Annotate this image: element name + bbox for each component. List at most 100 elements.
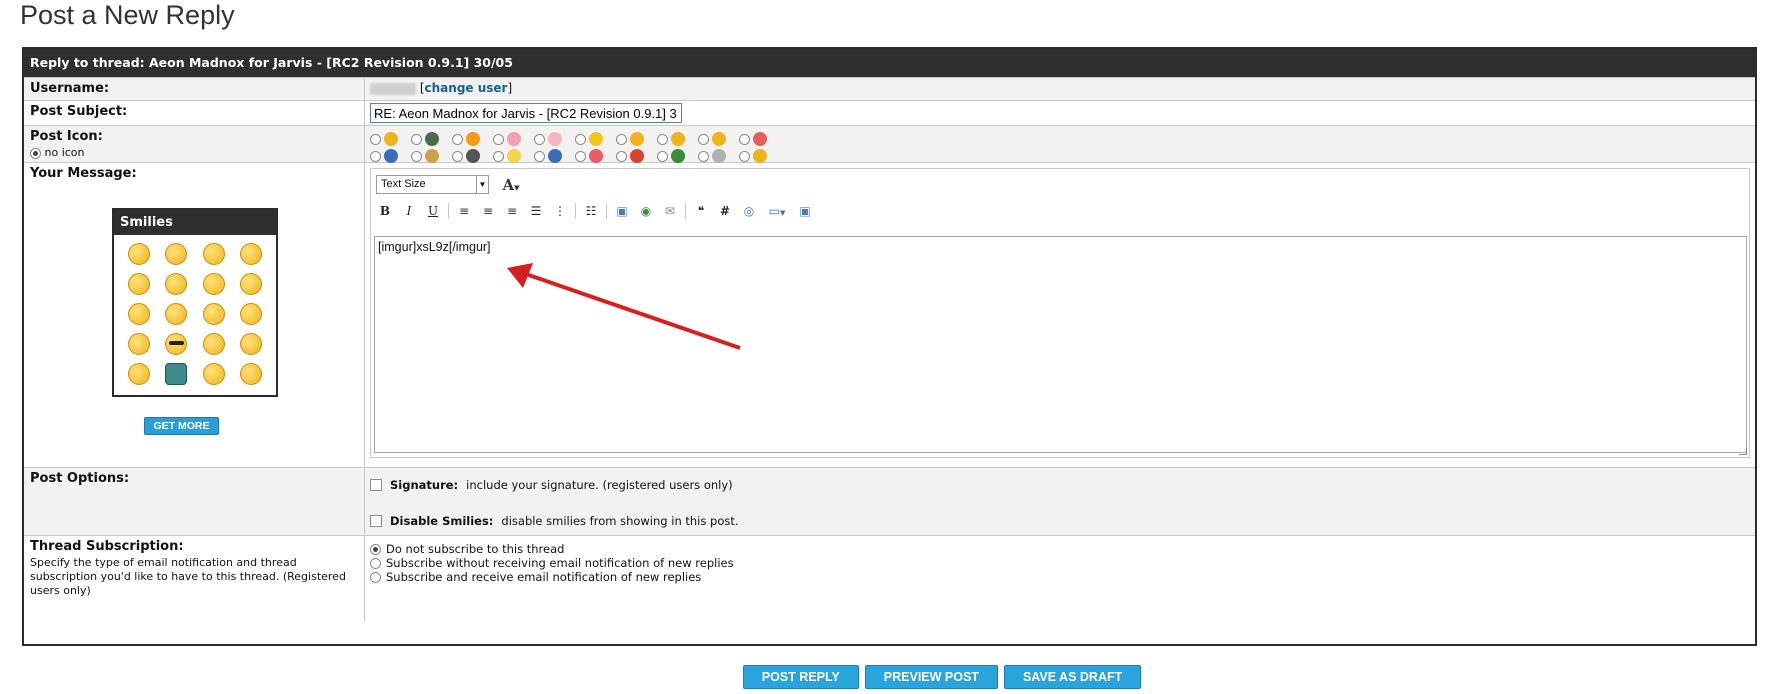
smiley-icon[interactable] (165, 333, 188, 355)
subject-input[interactable] (370, 103, 682, 123)
post-icon-radio[interactable] (370, 133, 381, 145)
disable-smilies-checkbox[interactable] (370, 515, 382, 527)
post-icon-radio[interactable] (657, 133, 668, 145)
post-icon-radio[interactable] (739, 133, 750, 145)
tongue-icon (466, 132, 480, 146)
smiley-icon[interactable] (165, 273, 188, 295)
text-size-select[interactable]: Text Size ▼ (376, 175, 489, 194)
smiley-icon[interactable] (165, 243, 188, 265)
insert-link-icon[interactable]: ◉ (637, 202, 655, 220)
smiley-icon[interactable] (202, 243, 225, 265)
post-icon-option[interactable] (493, 149, 534, 163)
signature-checkbox[interactable] (370, 479, 382, 491)
post-icon-option[interactable] (493, 132, 534, 146)
post-icon-option[interactable] (739, 132, 780, 146)
subscription-radio[interactable] (370, 571, 381, 583)
post-icon-radio[interactable] (534, 133, 545, 145)
star-icon (589, 132, 603, 146)
code-hash-icon[interactable]: # (716, 202, 734, 220)
insert-image-icon[interactable]: ▣ (613, 202, 631, 220)
smiley-icon[interactable] (127, 333, 150, 355)
subscription-option[interactable]: Subscribe and receive email notification… (370, 570, 1750, 584)
post-icon-radio[interactable] (493, 150, 504, 162)
post-icon-radio[interactable] (616, 150, 627, 162)
post-icon-option[interactable] (739, 149, 780, 163)
post-icon-option[interactable] (411, 132, 452, 146)
post-reply-button[interactable]: POST REPLY (742, 665, 859, 689)
smiley-icon[interactable] (240, 333, 263, 355)
smiley-icon[interactable] (127, 273, 150, 295)
subscription-radio[interactable] (370, 543, 381, 555)
post-icon-option[interactable] (657, 132, 698, 146)
preview-post-button[interactable]: PREVIEW POST (864, 665, 998, 689)
post-icon-option[interactable] (575, 149, 616, 163)
smiley-icon[interactable] (240, 243, 263, 265)
post-icon-radio[interactable] (575, 150, 586, 162)
post-icon-radio[interactable] (452, 150, 463, 162)
post-icon-option[interactable] (534, 149, 575, 163)
post-icon-option[interactable] (698, 149, 739, 163)
post-icon-radio[interactable] (411, 133, 422, 145)
smiley-icon[interactable] (202, 303, 225, 325)
align-left-icon[interactable]: ≡ (455, 202, 473, 220)
insert-email-icon[interactable]: ✉ (661, 202, 679, 220)
quote-icon[interactable]: ❝ (692, 202, 710, 220)
resize-handle[interactable] (1739, 447, 1747, 455)
post-icon-radio[interactable] (452, 133, 463, 145)
smiley-icon[interactable] (240, 363, 263, 385)
post-icon-option[interactable] (370, 132, 411, 146)
post-icon-option[interactable] (370, 149, 411, 163)
unordered-list-icon[interactable]: ☷ (582, 202, 600, 220)
post-icon-radio[interactable] (616, 133, 627, 145)
no-icon-radio[interactable] (30, 147, 41, 159)
post-icon-radio[interactable] (698, 133, 709, 145)
disable-smilies-desc: disable smilies from showing in this pos… (501, 514, 739, 528)
save-draft-button[interactable]: SAVE AS DRAFT (1003, 665, 1142, 689)
imgur-picture-icon[interactable]: ▣ (796, 202, 814, 220)
post-icon-radio[interactable] (493, 133, 504, 145)
no-icon-option[interactable]: no icon (30, 146, 358, 159)
subscription-option[interactable]: Do not subscribe to this thread (370, 542, 1750, 556)
smiley-icon[interactable] (240, 303, 263, 325)
smiley-icon[interactable] (240, 273, 263, 295)
underline-icon[interactable]: U (424, 202, 442, 220)
bold-icon[interactable]: B (376, 202, 394, 220)
tv-video-icon[interactable]: ▭▼ (764, 202, 790, 220)
post-icon-option[interactable] (657, 149, 698, 163)
smiley-icon[interactable] (165, 363, 188, 385)
post-icon-option[interactable] (452, 149, 493, 163)
smiley-icon[interactable] (127, 303, 150, 325)
change-user-link[interactable]: change user (425, 81, 508, 95)
align-right-icon[interactable]: ≡ (503, 202, 521, 220)
justify-icon[interactable]: ☰ (527, 202, 545, 220)
smiley-icon[interactable] (202, 333, 225, 355)
post-icon-option[interactable] (698, 132, 739, 146)
post-icon-option[interactable] (534, 132, 575, 146)
post-icon-option[interactable] (452, 132, 493, 146)
ordered-list-icon[interactable]: ⋮ (551, 202, 569, 220)
post-icon-radio[interactable] (575, 133, 586, 145)
smiley-icon[interactable] (202, 273, 225, 295)
post-icon-option[interactable] (411, 149, 452, 163)
smiley-icon[interactable] (202, 363, 225, 385)
post-icon-radio[interactable] (370, 150, 381, 162)
html-icon[interactable]: ◎ (740, 202, 758, 220)
get-more-button[interactable]: GET MORE (144, 417, 219, 435)
italic-icon[interactable]: I (400, 202, 418, 220)
font-color-icon[interactable]: A▼ (497, 176, 525, 194)
post-icon-radio[interactable] (657, 150, 668, 162)
post-icon-option[interactable] (575, 132, 616, 146)
post-icon-radio[interactable] (739, 150, 750, 162)
align-center-icon[interactable]: ≡ (479, 202, 497, 220)
smiley-icon[interactable] (165, 303, 188, 325)
smiley-icon[interactable] (127, 243, 150, 265)
message-textarea[interactable]: [imgur]xsL9z[/imgur] (374, 236, 1747, 453)
post-icon-radio[interactable] (698, 150, 709, 162)
post-icon-radio[interactable] (534, 150, 545, 162)
smiley-icon[interactable] (127, 363, 150, 385)
subscription-option[interactable]: Subscribe without receiving email notifi… (370, 556, 1750, 570)
post-icon-option[interactable] (616, 149, 657, 163)
subscription-radio[interactable] (370, 557, 381, 569)
post-icon-option[interactable] (616, 132, 657, 146)
post-icon-radio[interactable] (411, 150, 422, 162)
